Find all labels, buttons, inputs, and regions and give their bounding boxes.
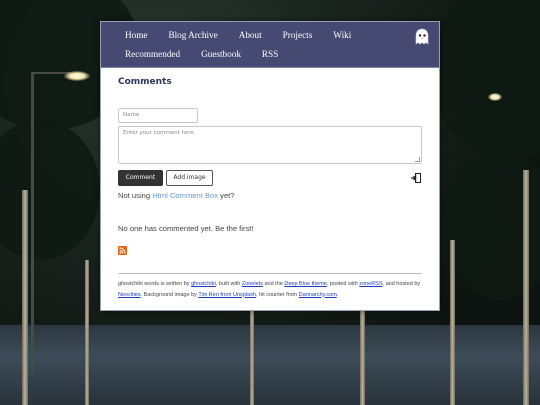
- main-panel: Home Blog Archive About Projects Wiki Re…: [100, 21, 440, 311]
- nav-about[interactable]: About: [239, 30, 262, 40]
- not-using-text: Not using Html Comment Box yet?: [118, 191, 235, 200]
- nav-rss[interactable]: RSS: [262, 49, 278, 59]
- nav-guestbook[interactable]: Guestbook: [201, 49, 241, 59]
- footer-link-zonerss[interactable]: zoneRSS: [359, 281, 382, 287]
- top-navigation: Home Blog Archive About Projects Wiki Re…: [101, 22, 439, 68]
- resize-handle-icon[interactable]: [415, 157, 420, 162]
- nav-projects[interactable]: Projects: [283, 30, 313, 40]
- add-image-button[interactable]: Add image: [166, 170, 213, 186]
- login-icon[interactable]: [410, 172, 422, 184]
- footer-link-dannarchy[interactable]: Dannarchy.com: [299, 292, 337, 298]
- footer-divider: [118, 273, 422, 274]
- comments-title: Comments: [118, 77, 172, 87]
- ghost-icon[interactable]: [414, 28, 430, 46]
- nav-blog-archive[interactable]: Blog Archive: [168, 30, 217, 40]
- nav-home[interactable]: Home: [125, 30, 147, 40]
- html-comment-box-link[interactable]: Html Comment Box: [152, 191, 218, 200]
- name-input[interactable]: Name: [118, 108, 198, 123]
- nav-recommended[interactable]: Recommended: [125, 49, 180, 59]
- comment-placeholder: Enter your comment here: [123, 130, 194, 136]
- nav-wiki[interactable]: Wiki: [333, 30, 351, 40]
- nav-row-2: Recommended Guestbook RSS: [125, 49, 299, 59]
- comment-button[interactable]: Comment: [118, 170, 163, 186]
- footer-link-zonelets[interactable]: Zonelets: [242, 281, 263, 287]
- footer-link-unsplash[interactable]: Tim Ren from Unsplash: [198, 292, 256, 298]
- footer-link-deep-blue-theme[interactable]: Deep Blue theme: [284, 281, 327, 287]
- rss-icon[interactable]: [118, 246, 127, 255]
- footer-link-neocities[interactable]: Neocities: [118, 292, 141, 298]
- no-comments-message: No one has commented yet. Be the first!: [118, 224, 254, 233]
- nav-row-1: Home Blog Archive About Projects Wiki: [125, 30, 372, 40]
- comments-section: Comments Name Enter your comment here Co…: [118, 77, 424, 298]
- comment-textarea[interactable]: Enter your comment here: [118, 126, 422, 164]
- footer-link-ghostchibi[interactable]: ghostchibi: [191, 281, 216, 287]
- site-footer: ghostchibi words is written by ghostchib…: [118, 281, 421, 298]
